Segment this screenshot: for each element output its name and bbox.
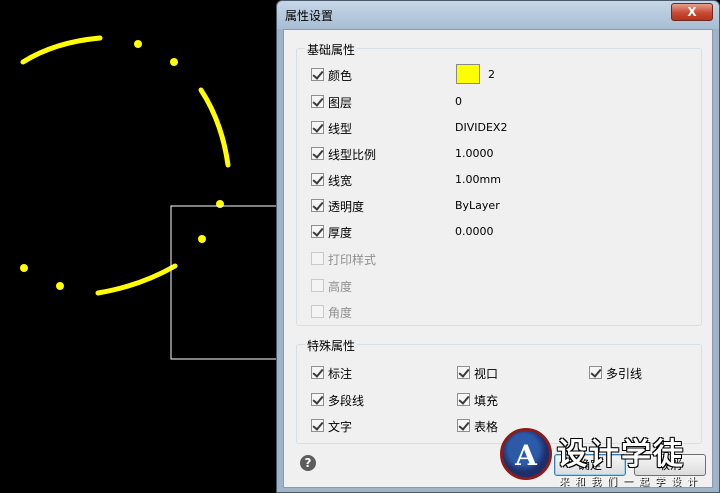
basic-properties-group: 基础属性 颜色 2 图层 0 线型 DIVIDEX2 线型比例 1.0000 线… (296, 41, 702, 326)
special-item-viewport: 视口 (457, 365, 577, 381)
label-polyline: 多段线 (328, 394, 365, 408)
basic-row-height: 高度 (311, 278, 691, 294)
value-linetype: DIVIDEX2 (455, 121, 508, 134)
checkbox-table[interactable] (457, 419, 470, 432)
label-viewport: 视口 (474, 367, 499, 381)
property-settings-dialog: 属性设置 X 基础属性 颜色 2 图层 0 线型 DIVIDEX2 线型比例 1… (276, 0, 720, 493)
checkbox-linetype-scale[interactable] (311, 147, 324, 160)
value-layer: 0 (455, 95, 462, 108)
basic-properties-label: 基础属性 (305, 41, 358, 58)
arc-dot[interactable] (134, 40, 142, 48)
label-linetype-scale: 线型比例 (328, 148, 377, 162)
color-swatch[interactable] (456, 64, 480, 84)
label-plot-style: 打印样式 (328, 253, 377, 267)
checkbox-lineweight[interactable] (311, 173, 324, 186)
special-properties-label: 特殊属性 (305, 337, 358, 354)
watermark-slogan: 来和我们一起学设计 (559, 477, 703, 488)
basic-row-lineweight: 线宽 1.00mm (311, 172, 691, 188)
checkbox-polyline[interactable] (311, 393, 324, 406)
checkbox-color[interactable] (311, 68, 324, 81)
label-dimension: 标注 (328, 367, 353, 381)
basic-row-plot-style: 打印样式 (311, 251, 691, 267)
arc-dot[interactable] (170, 58, 178, 66)
label-text: 文字 (328, 420, 353, 434)
label-table: 表格 (474, 420, 499, 434)
checkbox-plot-style (311, 252, 324, 265)
close-button[interactable]: X (671, 3, 713, 21)
dialog-title: 属性设置 (285, 9, 334, 23)
value-linetype-scale: 1.0000 (455, 147, 494, 160)
watermark-logo-letter: A (515, 439, 537, 472)
checkbox-height (311, 279, 324, 292)
label-layer: 图层 (328, 96, 353, 110)
checkbox-layer[interactable] (311, 95, 324, 108)
watermark: A 设计学徒 来和我们一起学设计 (497, 425, 720, 493)
label-thickness: 厚度 (328, 226, 353, 240)
checkbox-viewport[interactable] (457, 366, 470, 379)
arc-dot[interactable] (20, 264, 28, 272)
arc-dot[interactable] (56, 282, 64, 290)
basic-row-angle: 角度 (311, 304, 691, 320)
dialog-client-area: 基础属性 颜色 2 图层 0 线型 DIVIDEX2 线型比例 1.0000 线… (283, 29, 713, 488)
value-transparency: ByLayer (455, 199, 500, 212)
label-hatch: 填充 (474, 394, 499, 408)
basic-row-linetype: 线型 DIVIDEX2 (311, 120, 691, 136)
basic-row-layer: 图层 0 (311, 94, 691, 110)
value-lineweight: 1.00mm (455, 173, 501, 186)
watermark-logo-icon: A (500, 428, 552, 480)
label-angle: 角度 (328, 306, 353, 320)
value-color: 2 (488, 68, 495, 81)
special-item-mleader: 多引线 (589, 365, 699, 381)
close-icon: X (687, 5, 697, 19)
label-lineweight: 线宽 (328, 174, 353, 188)
checkbox-text[interactable] (311, 419, 324, 432)
basic-row-linetype-scale: 线型比例 1.0000 (311, 146, 691, 162)
basic-row-color: 颜色 2 (311, 64, 691, 84)
help-icon[interactable]: ? (300, 455, 316, 471)
basic-row-thickness: 厚度 0.0000 (311, 224, 691, 240)
checkbox-thickness[interactable] (311, 225, 324, 238)
checkbox-linetype[interactable] (311, 121, 324, 134)
special-item-dimension: 标注 (311, 365, 431, 381)
label-color: 颜色 (328, 69, 353, 83)
checkbox-angle (311, 305, 324, 318)
value-thickness: 0.0000 (455, 225, 494, 238)
label-mleader: 多引线 (606, 367, 643, 381)
special-item-text: 文字 (311, 418, 431, 434)
special-item-polyline: 多段线 (311, 392, 431, 408)
checkbox-transparency[interactable] (311, 199, 324, 212)
arc-dot[interactable] (198, 235, 206, 243)
arc-dot[interactable] (216, 200, 224, 208)
checkbox-mleader[interactable] (589, 366, 602, 379)
basic-row-transparency: 透明度 ByLayer (311, 198, 691, 214)
label-linetype: 线型 (328, 122, 353, 136)
special-item-hatch: 填充 (457, 392, 577, 408)
checkbox-dimension[interactable] (311, 366, 324, 379)
label-transparency: 透明度 (328, 200, 365, 214)
checkbox-hatch[interactable] (457, 393, 470, 406)
dialog-titlebar[interactable]: 属性设置 X (277, 1, 719, 29)
label-height: 高度 (328, 280, 353, 294)
watermark-brand: 设计学徒 (557, 437, 685, 472)
